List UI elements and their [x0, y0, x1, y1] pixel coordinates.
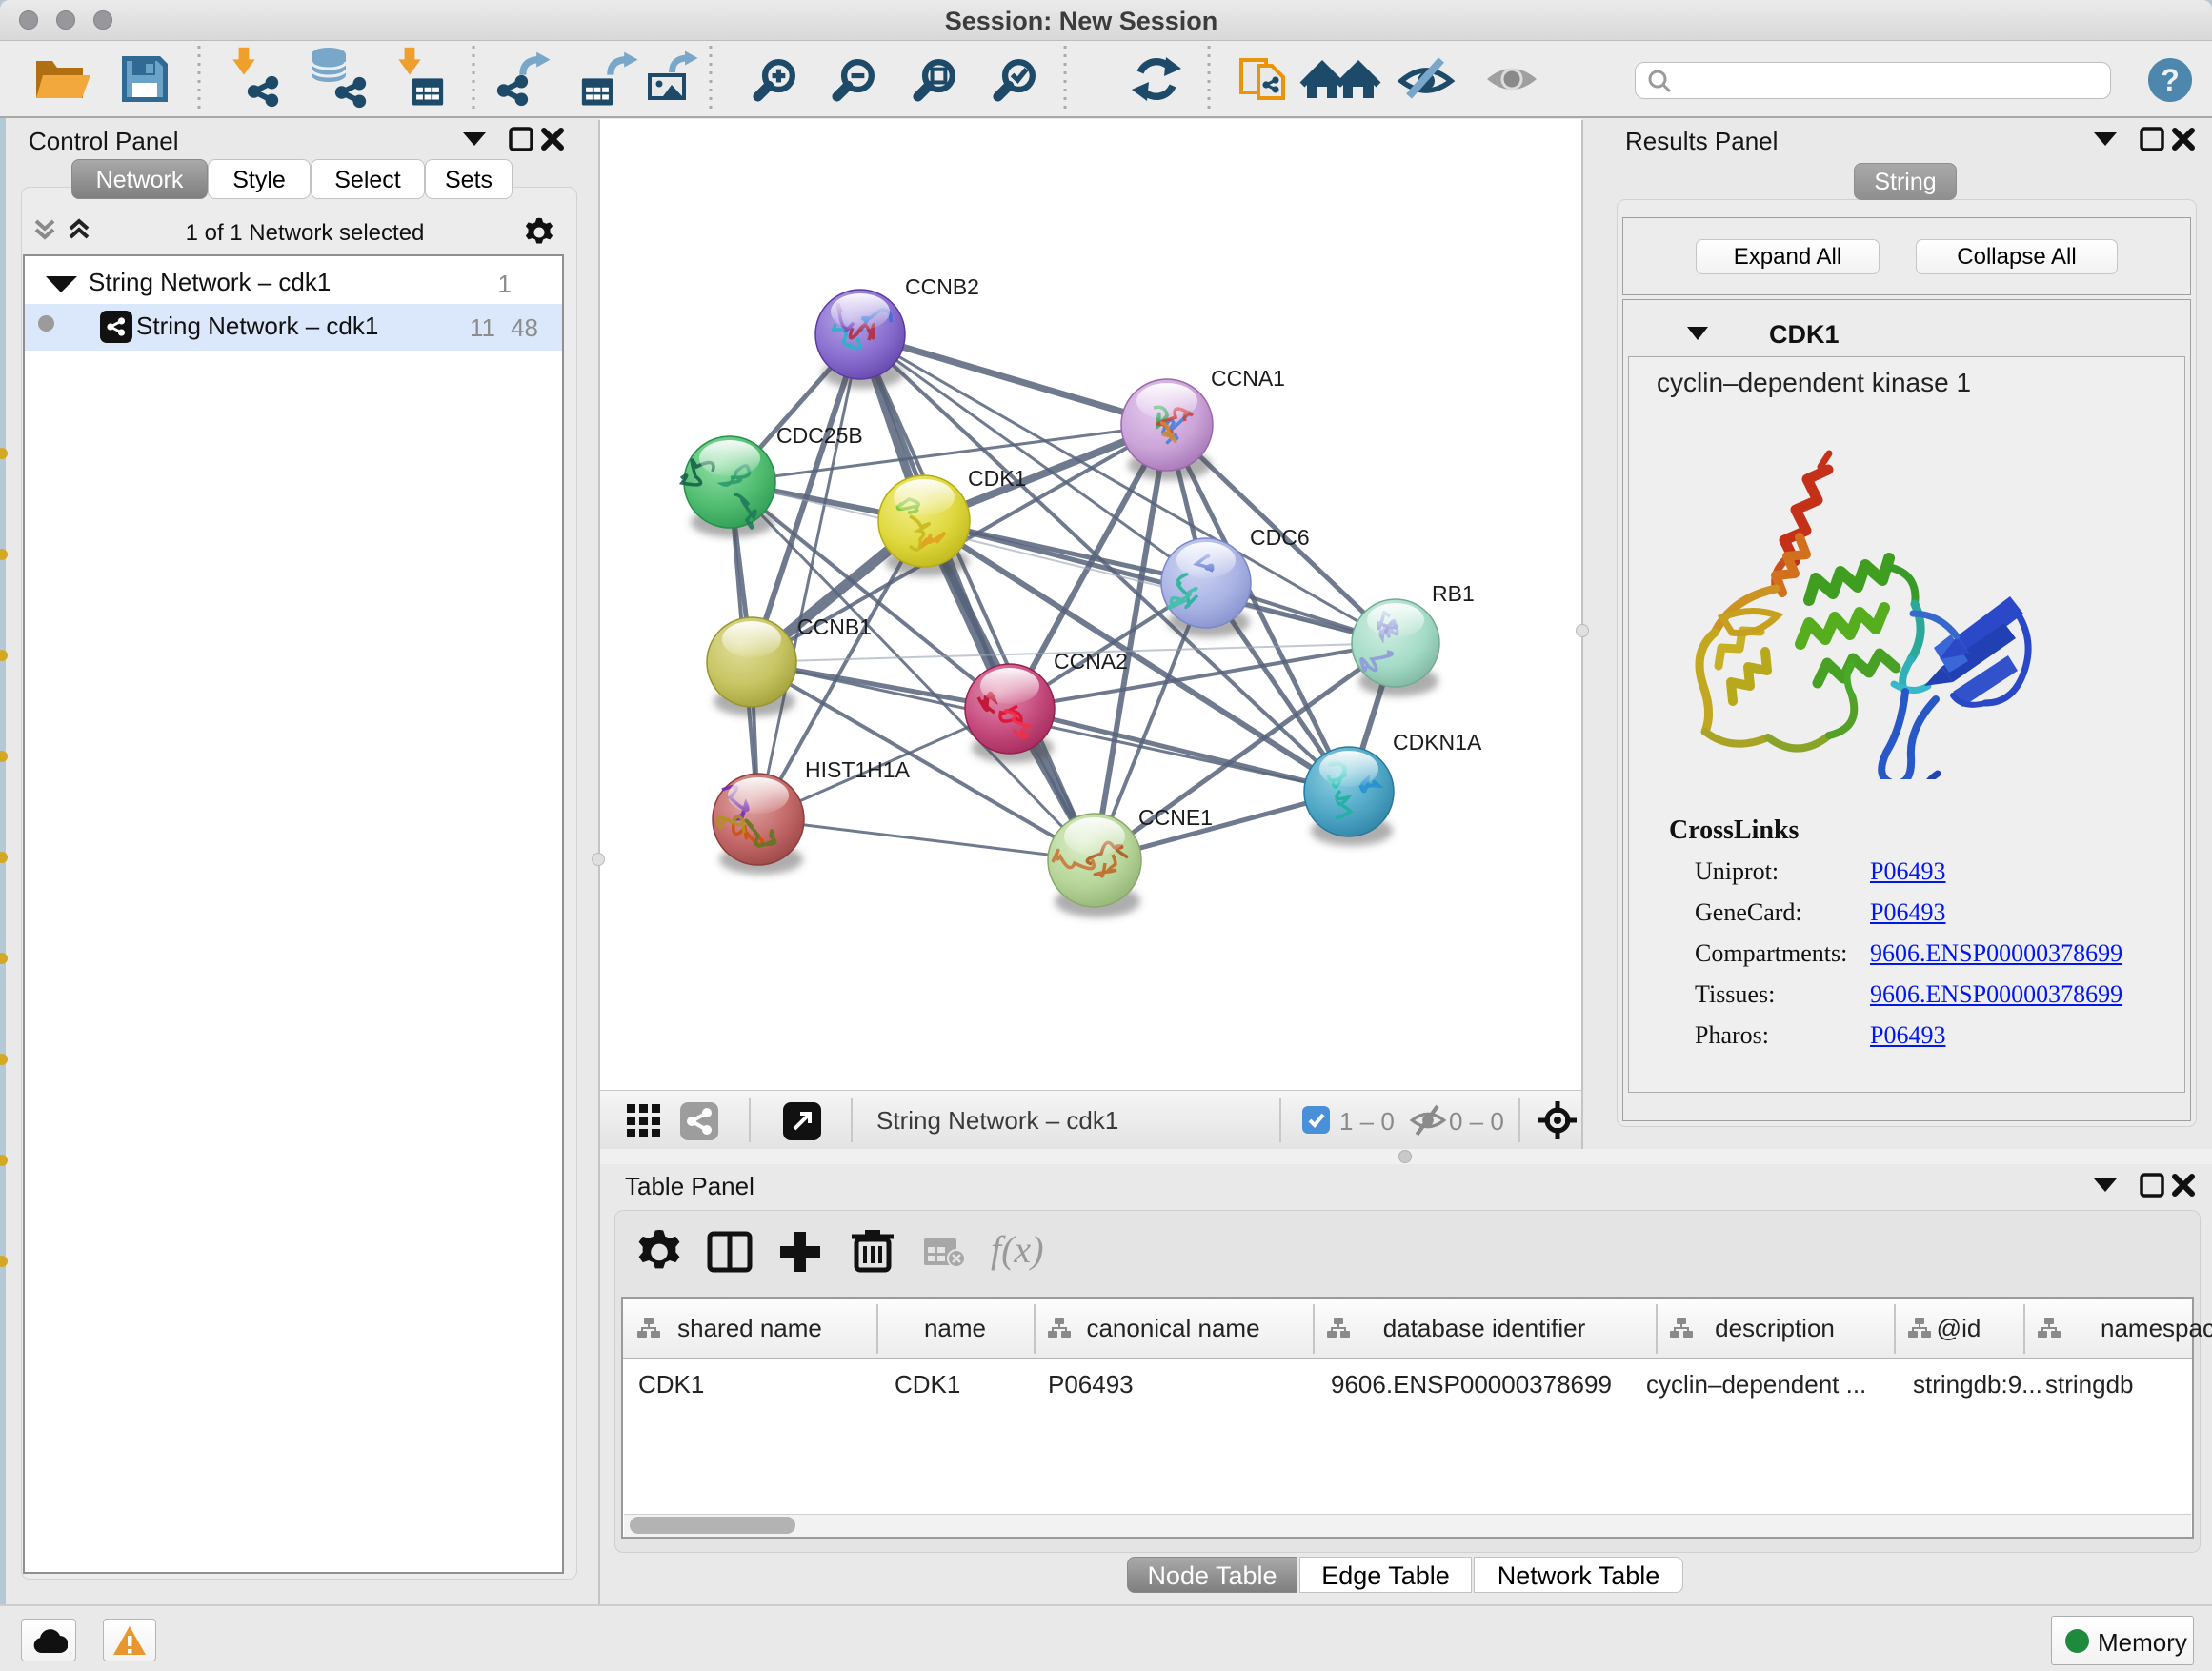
- svg-text:CCNA2: CCNA2: [1054, 649, 1128, 674]
- svg-text:CDK1: CDK1: [968, 466, 1026, 491]
- svg-text:CDKN1A: CDKN1A: [1393, 730, 1482, 755]
- svg-text:CCNB2: CCNB2: [905, 274, 979, 299]
- svg-text:CDC25B: CDC25B: [776, 423, 863, 448]
- svg-text:RB1: RB1: [1432, 581, 1475, 606]
- svg-text:CCNE1: CCNE1: [1138, 805, 1213, 830]
- svg-text:CDC6: CDC6: [1250, 525, 1310, 550]
- svg-text:CCNA1: CCNA1: [1211, 366, 1285, 391]
- svg-text:CCNB1: CCNB1: [797, 614, 872, 639]
- svg-text:HIST1H1A: HIST1H1A: [805, 757, 911, 782]
